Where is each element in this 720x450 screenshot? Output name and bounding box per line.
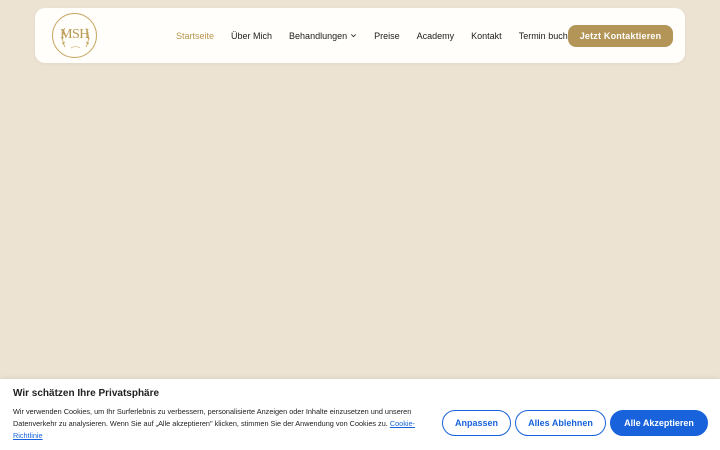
site-header: MSH Startseite Über Mich Behandlungen Pr… xyxy=(35,8,685,63)
logo[interactable]: MSH xyxy=(52,13,97,58)
logo-text: MSH xyxy=(60,27,89,42)
cookie-banner-text: Wir verwenden Cookies, um Ihr Surferlebn… xyxy=(13,406,423,442)
nav-item-behandlungen-label: Behandlungen xyxy=(289,30,348,41)
chevron-down-icon xyxy=(351,34,357,38)
cookie-banner-title: Wir schätzen Ihre Privatsphäre xyxy=(13,388,160,399)
nav-item-ueber-mich[interactable]: Über Mich xyxy=(231,31,272,41)
nav-item-preise[interactable]: Preise xyxy=(374,31,400,41)
cookie-banner-description: Wir verwenden Cookies, um Ihr Surferlebn… xyxy=(13,407,412,428)
cookie-banner: Wir schätzen Ihre Privatsphäre Wir verwe… xyxy=(0,379,720,450)
reject-all-cookies-button[interactable]: Alles Ablehnen xyxy=(515,410,606,436)
customize-cookies-button[interactable]: Anpassen xyxy=(442,410,511,436)
nav-item-kontakt[interactable]: Kontakt xyxy=(471,31,502,41)
nav-item-behandlungen[interactable]: Behandlungen xyxy=(289,31,357,41)
contact-now-button[interactable]: Jetzt Kontaktieren xyxy=(568,25,673,47)
accept-all-cookies-button[interactable]: Alle Akzeptieren xyxy=(610,410,708,436)
main-navigation: Startseite Über Mich Behandlungen Preise… xyxy=(176,8,595,63)
nav-item-startseite[interactable]: Startseite xyxy=(176,31,214,41)
nav-item-academy[interactable]: Academy xyxy=(417,31,455,41)
